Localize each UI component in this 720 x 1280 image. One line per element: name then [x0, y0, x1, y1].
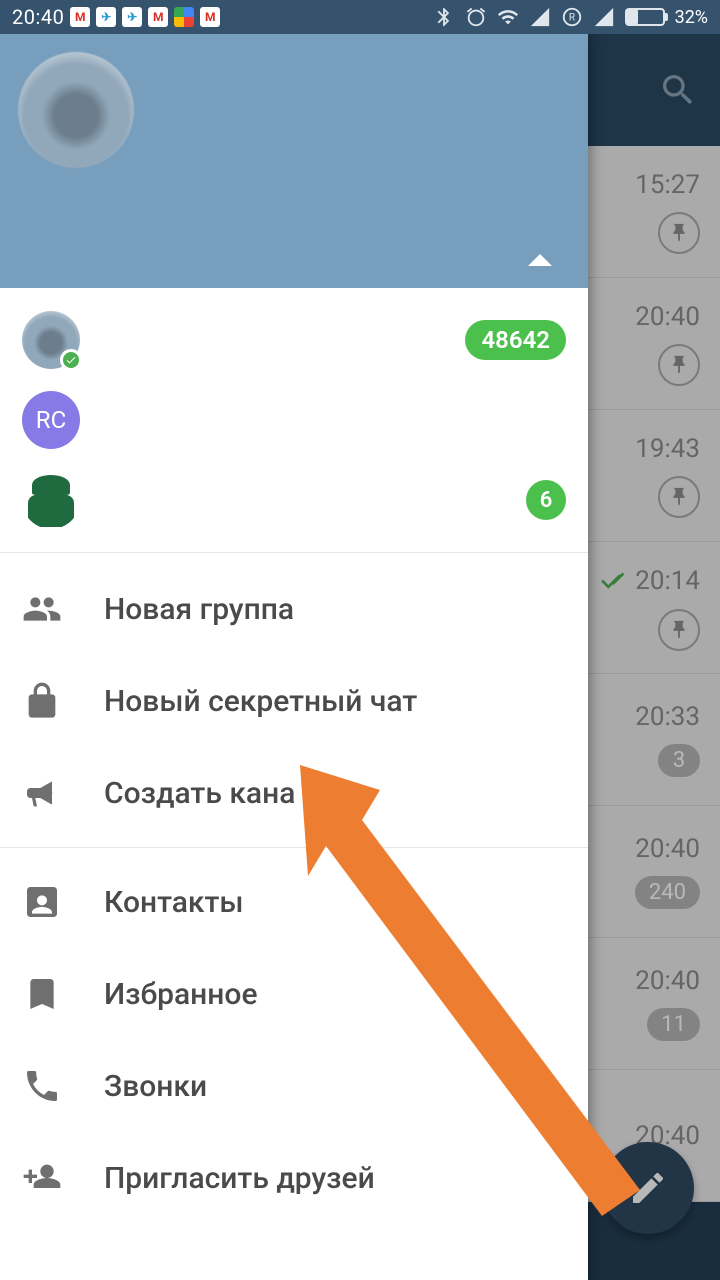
telegram-notif-icon: ✈: [96, 7, 116, 27]
status-bar: 20:40 M ✈ ✈ M M R 32%: [0, 0, 720, 34]
gmail-notif-icon: M: [148, 7, 168, 27]
google-notif-icon: [174, 7, 194, 27]
svg-text:R: R: [568, 13, 575, 24]
phone-icon: [22, 1066, 62, 1106]
menu-contacts[interactable]: Контакты: [0, 856, 588, 948]
navigation-drawer: 48642 RC 6 Новая группа Новый секретный …: [0, 34, 588, 1280]
menu-label: Избранное: [104, 977, 258, 1012]
menu-label: Новая группа: [104, 592, 294, 627]
unread-badge: 48642: [465, 320, 566, 360]
menu-new-group[interactable]: Новая группа: [0, 563, 588, 655]
account-avatar: [22, 471, 80, 529]
online-indicator: [60, 349, 82, 371]
menu-label: Новый секретный чат: [104, 684, 417, 719]
wifi-icon: [497, 6, 519, 28]
account-row[interactable]: 48642: [0, 300, 588, 380]
person-add-icon: [22, 1158, 62, 1198]
account-row[interactable]: 6: [0, 460, 588, 540]
contact-icon: [22, 882, 62, 922]
menu-label: Создать кана: [104, 776, 295, 811]
account-avatar: RC: [22, 391, 80, 449]
account-avatar: [22, 311, 80, 369]
drawer-menu: Новая группа Новый секретный чат Создать…: [0, 553, 588, 1234]
menu-saved[interactable]: Избранное: [0, 948, 588, 1040]
megaphone-icon: [22, 773, 62, 813]
account-row[interactable]: RC: [0, 380, 588, 460]
unread-badge: 6: [526, 480, 566, 520]
alarm-icon: [465, 6, 487, 28]
battery-icon: [625, 8, 665, 26]
battery-percent: 32%: [675, 7, 708, 28]
gmail-notif-icon: M: [70, 7, 90, 27]
chevron-up-icon[interactable]: [528, 254, 552, 266]
registered-icon: R: [561, 6, 583, 28]
menu-new-channel[interactable]: Создать кана: [0, 747, 588, 839]
menu-label: Пригласить друзей: [104, 1161, 375, 1196]
lock-icon: [22, 681, 62, 721]
menu-label: Звонки: [104, 1069, 207, 1104]
menu-calls[interactable]: Звонки: [0, 1040, 588, 1132]
bookmark-icon: [22, 974, 62, 1014]
menu-label: Контакты: [104, 885, 244, 920]
profile-avatar[interactable]: [18, 52, 134, 168]
bluetooth-icon: [433, 6, 455, 28]
gmail-notif-icon: M: [200, 7, 220, 27]
status-time: 20:40: [12, 5, 64, 29]
signal-icon: [529, 6, 551, 28]
menu-new-secret-chat[interactable]: Новый секретный чат: [0, 655, 588, 747]
accounts-section: 48642 RC 6: [0, 288, 588, 553]
group-icon: [22, 589, 62, 629]
telegram-notif-icon: ✈: [122, 7, 142, 27]
menu-invite[interactable]: Пригласить друзей: [0, 1132, 588, 1224]
signal-icon: [593, 6, 615, 28]
drawer-header: [0, 34, 588, 288]
